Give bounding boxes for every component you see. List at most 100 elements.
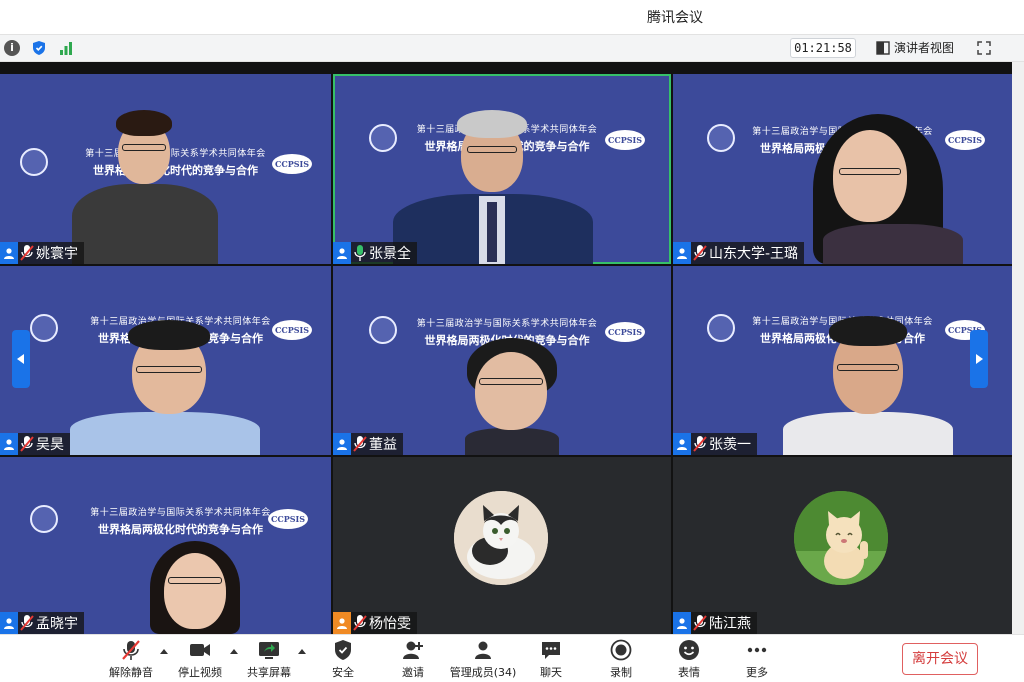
add-user-icon [403,641,423,659]
user-icon [333,242,351,264]
video-tile[interactable]: 第十三届政治学与国际关系学术共同体年会 世界格局两极化时代的竞争与合作 CCPS… [0,74,331,264]
bottom-toolbar: 解除静音 停止视频 共享屏幕 安全 邀请 管理成员(34) 聊天 录制 表情 更… [0,634,1024,682]
shield-icon[interactable] [31,40,47,56]
mic-muted-icon [20,615,34,631]
title-bar: 腾讯会议 [0,0,1024,34]
participant-name-bar: 孟晓宇 [0,612,84,634]
manage-members-button[interactable]: 管理成员(34) [448,639,518,681]
info-icon[interactable]: i [4,40,20,56]
avatar-tile[interactable]: 陆江燕 [673,457,1012,634]
cat-avatar [454,491,548,585]
participant-name: 姚寰宇 [36,246,78,262]
user-icon [0,433,18,455]
video-tile[interactable]: 第十三届政治学与国际关系学术共同体年会 世界格局两极化时代的竞争与合作 CCPS… [673,266,1012,455]
previous-page-button[interactable] [12,330,30,388]
user-icon [333,612,351,634]
chevron-left-icon [17,354,24,364]
share-screen-icon [259,642,279,659]
chevron-right-icon [976,354,983,364]
user-icon [673,612,691,634]
record-icon [610,639,632,661]
video-options-caret[interactable] [230,649,238,654]
participant-video [70,316,260,455]
participant-video [146,541,246,634]
members-icon [475,641,491,659]
unmute-button[interactable]: 解除静音 [108,639,154,681]
meeting-info-bar: i 01:21:58 演讲者视图 [0,34,1024,62]
shield-icon [335,640,351,660]
more-icon [747,647,767,653]
signal-icon[interactable] [58,40,74,56]
share-screen-button[interactable]: 共享屏幕 [246,639,292,681]
ccpsis-logo: CCPSIS [272,320,312,340]
video-tile[interactable]: 第十三届政治学与国际关系学术共同体年会 世界格局两极化时代的竞争与合作 CCPS… [673,74,1012,264]
participant-name: 杨怡雯 [369,616,411,632]
mic-muted-icon [20,436,34,452]
user-icon [333,433,351,455]
ccpsis-logo: CCPSIS [605,322,645,342]
video-tile[interactable]: 第十三届政治学与国际关系学术共同体年会 世界格局两极化时代的竞争与合作 CCPS… [333,266,671,455]
lucky-cat-avatar [794,491,888,585]
participant-video [457,338,567,455]
participant-name: 陆江燕 [709,616,751,632]
mic-muted-icon [693,245,707,261]
participant-name: 山东大学-王璐 [709,246,799,262]
mic-muted-icon [693,615,707,631]
video-tile[interactable]: 第十三届政治学与国际关系学术共同体年会 世界格局两极化时代的竞争与合作 CCPS… [0,266,331,455]
window-title: 腾讯会议 [647,10,703,26]
participant-name-bar: 张景全 [333,242,417,264]
participant-name: 张羡一 [709,437,751,453]
participant-name: 吴昊 [36,437,64,453]
stop-video-button[interactable]: 停止视频 [176,639,224,681]
presenter-view-button[interactable]: 演讲者视图 [872,38,960,58]
participant-name-bar: 吴昊 [0,433,70,455]
audio-options-caret[interactable] [160,649,168,654]
participant-name-bar: 董益 [333,433,403,455]
avatar-tile[interactable]: 杨怡雯 [333,457,671,634]
meeting-timer: 01:21:58 [790,38,856,58]
participant-name-bar: 张羡一 [673,433,757,455]
participant-video [393,106,593,264]
participant-name-bar: 杨怡雯 [333,612,417,634]
participant-video [70,100,220,264]
ccpsis-logo: CCPSIS [272,154,312,174]
mic-muted-icon [353,436,367,452]
user-icon [0,612,18,634]
video-grid: 第十三届政治学与国际关系学术共同体年会 世界格局两极化时代的竞争与合作 CCPS… [0,62,1012,634]
participant-name-bar: 陆江燕 [673,612,757,634]
next-page-button[interactable] [970,330,988,388]
ccpsis-logo: CCPSIS [268,509,308,529]
chat-button[interactable]: 聊天 [534,639,568,681]
leave-meeting-button[interactable]: 离开会议 [902,643,978,675]
participant-name-bar: 山东大学-王璐 [673,242,805,264]
participant-name-bar: 姚寰宇 [0,242,84,264]
ccpsis-logo: CCPSIS [605,130,645,150]
mic-active-icon [354,245,366,261]
presenter-view-label: 演讲者视图 [894,41,955,55]
invite-button[interactable]: 邀请 [396,639,430,681]
meeting-window: 腾讯会议 i 01:21:58 演讲者视图 第十三届政治学与国际关系学术共同体年… [0,0,1024,682]
user-icon [0,242,18,264]
more-button[interactable]: 更多 [740,639,774,681]
side-strip [1012,62,1024,634]
participant-name: 孟晓宇 [36,616,78,632]
participant-video [803,114,983,264]
user-icon [673,433,691,455]
user-icon [673,242,691,264]
mic-muted-icon [122,640,140,660]
security-button[interactable]: 安全 [326,639,360,681]
camera-icon [190,644,210,656]
participant-name: 张景全 [369,246,411,262]
participant-name: 董益 [369,437,397,453]
presenter-view-icon [876,41,890,55]
mic-muted-icon [693,436,707,452]
video-tile[interactable]: 第十三届政治学与国际关系学术共同体年会 世界格局两极化时代的竞争与合作 CCPS… [0,457,331,634]
participant-video [783,312,953,455]
fullscreen-icon[interactable] [976,40,992,56]
video-tile-active-speaker[interactable]: 第十三届政治学与国际关系学术共同体年会 世界格局两极化时代的竞争与合作 CCPS… [333,74,671,264]
share-options-caret[interactable] [298,649,306,654]
mic-muted-icon [20,245,34,261]
reactions-button[interactable]: 表情 [672,639,706,681]
record-button[interactable]: 录制 [604,639,638,681]
mic-muted-icon [353,615,367,631]
